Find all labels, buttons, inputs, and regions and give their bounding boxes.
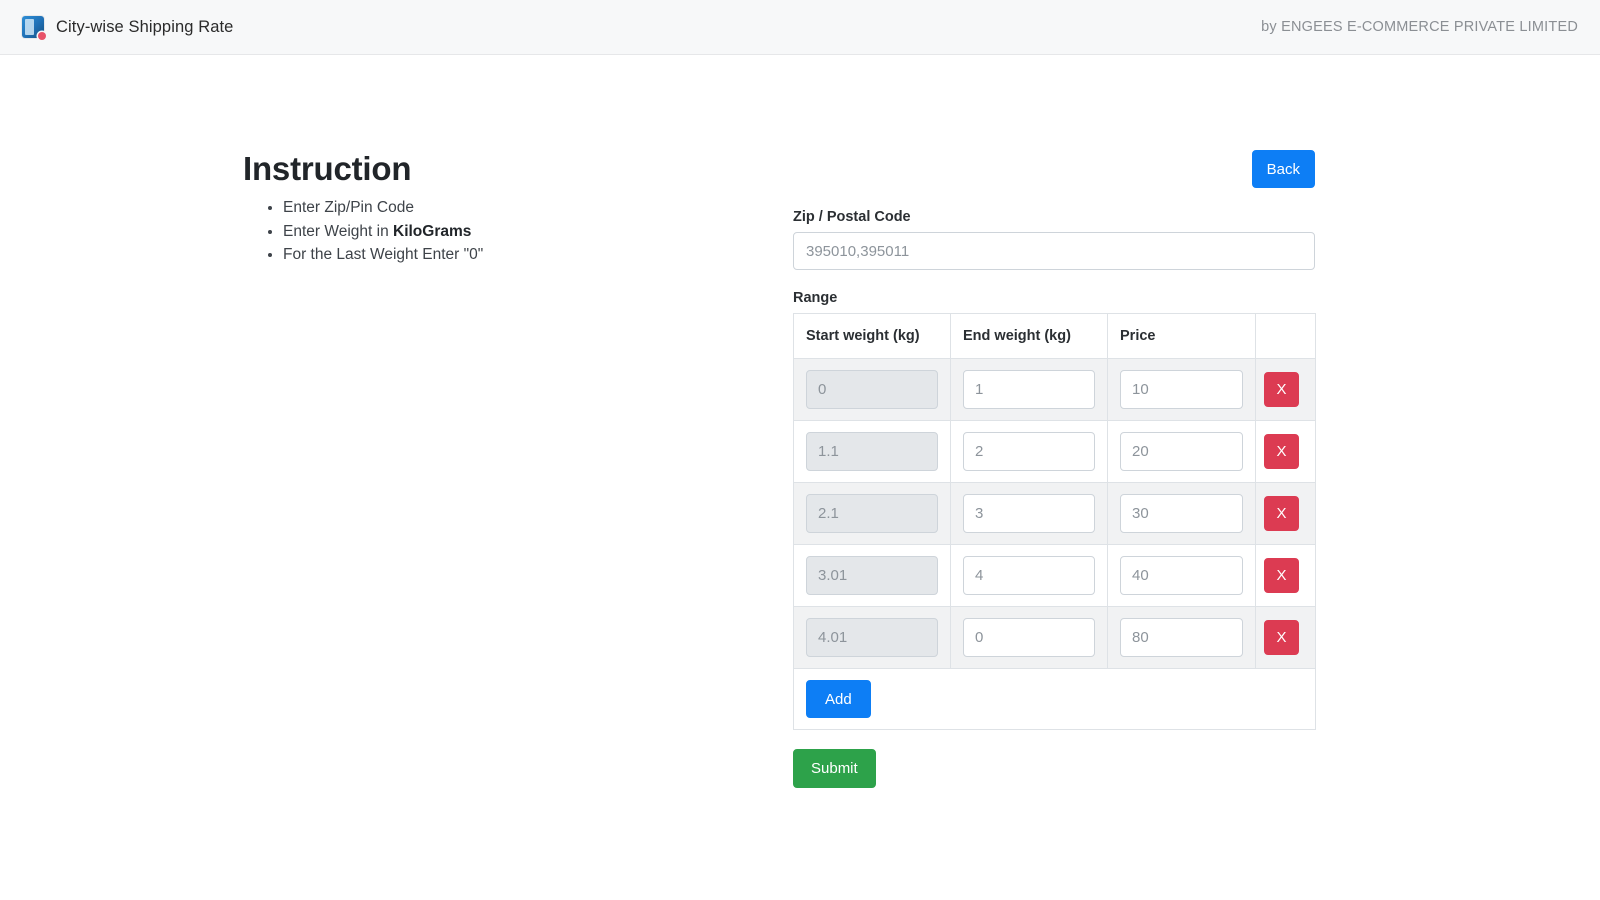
cell-price bbox=[1108, 545, 1256, 607]
page-body: Instruction Enter Zip/Pin Code Enter Wei… bbox=[0, 55, 1600, 900]
instruction-item: Enter Weight in KiloGrams bbox=[283, 220, 763, 244]
table-row: X bbox=[794, 421, 1316, 483]
instruction-list: Enter Zip/Pin Code Enter Weight in KiloG… bbox=[243, 196, 763, 267]
remove-row-button[interactable]: X bbox=[1264, 372, 1299, 407]
cell-price bbox=[1108, 359, 1256, 421]
submit-row: Submit bbox=[793, 749, 1315, 788]
cell-start-weight bbox=[794, 359, 951, 421]
start-weight-input bbox=[806, 432, 938, 471]
add-row-button[interactable]: Add bbox=[806, 680, 871, 718]
instruction-item: For the Last Weight Enter "0" bbox=[283, 243, 763, 267]
add-row: Add bbox=[794, 669, 1316, 730]
cell-price bbox=[1108, 421, 1256, 483]
back-button[interactable]: Back bbox=[1252, 150, 1315, 188]
cell-end-weight bbox=[951, 545, 1108, 607]
column-header-price: Price bbox=[1108, 314, 1256, 359]
remove-row-button[interactable]: X bbox=[1264, 620, 1299, 655]
cell-actions: X bbox=[1256, 483, 1316, 545]
app-header: City-wise Shipping Rate by ENGEES E-COMM… bbox=[0, 0, 1600, 55]
cell-start-weight bbox=[794, 545, 951, 607]
instruction-item-text: Enter Weight in bbox=[283, 223, 393, 240]
cell-actions: X bbox=[1256, 607, 1316, 669]
cell-start-weight bbox=[794, 607, 951, 669]
page-title: Instruction bbox=[243, 150, 763, 188]
zip-label: Zip / Postal Code bbox=[793, 209, 1315, 225]
app-header-brand: City-wise Shipping Rate bbox=[22, 16, 233, 38]
cell-end-weight bbox=[951, 607, 1108, 669]
cell-end-weight bbox=[951, 483, 1108, 545]
submit-button[interactable]: Submit bbox=[793, 749, 876, 788]
range-label: Range bbox=[793, 290, 1315, 306]
end-weight-input[interactable] bbox=[963, 370, 1095, 409]
end-weight-input[interactable] bbox=[963, 556, 1095, 595]
table-row: X bbox=[794, 545, 1316, 607]
vendor-credit: by ENGEES E-COMMERCE PRIVATE LIMITED bbox=[1261, 19, 1578, 35]
cell-start-weight bbox=[794, 421, 951, 483]
price-input[interactable] bbox=[1120, 494, 1243, 533]
instruction-item-text: Enter Zip/Pin Code bbox=[283, 199, 414, 216]
cell-actions: X bbox=[1256, 421, 1316, 483]
remove-row-button[interactable]: X bbox=[1264, 558, 1299, 593]
range-table: Start weight (kg) End weight (kg) Price … bbox=[793, 313, 1316, 730]
cell-end-weight bbox=[951, 359, 1108, 421]
end-weight-input[interactable] bbox=[963, 494, 1095, 533]
cell-price bbox=[1108, 607, 1256, 669]
cell-start-weight bbox=[794, 483, 951, 545]
instruction-item-text: For the Last Weight Enter "0" bbox=[283, 246, 483, 263]
cell-add-action: Add bbox=[794, 669, 1316, 730]
start-weight-input bbox=[806, 556, 938, 595]
column-header-actions bbox=[1256, 314, 1316, 359]
table-row: X bbox=[794, 483, 1316, 545]
cell-actions: X bbox=[1256, 359, 1316, 421]
start-weight-input bbox=[806, 618, 938, 657]
end-weight-input[interactable] bbox=[963, 618, 1095, 657]
cell-price bbox=[1108, 483, 1256, 545]
cell-end-weight bbox=[951, 421, 1108, 483]
shipping-rate-form: Back Zip / Postal Code Range Start weigh… bbox=[793, 150, 1315, 788]
start-weight-input bbox=[806, 494, 938, 533]
table-header-row: Start weight (kg) End weight (kg) Price bbox=[794, 314, 1316, 359]
app-logo-icon bbox=[22, 16, 44, 38]
table-row: X bbox=[794, 359, 1316, 421]
column-header-end-weight: End weight (kg) bbox=[951, 314, 1108, 359]
price-input[interactable] bbox=[1120, 432, 1243, 471]
instruction-item-emphasis: KiloGrams bbox=[393, 223, 471, 240]
table-row: X bbox=[794, 607, 1316, 669]
end-weight-input[interactable] bbox=[963, 432, 1095, 471]
remove-row-button[interactable]: X bbox=[1264, 496, 1299, 531]
range-table-body: X X bbox=[794, 359, 1316, 730]
range-table-head: Start weight (kg) End weight (kg) Price bbox=[794, 314, 1316, 359]
instruction-item: Enter Zip/Pin Code bbox=[283, 196, 763, 220]
instruction-panel: Instruction Enter Zip/Pin Code Enter Wei… bbox=[243, 150, 763, 267]
column-header-start-weight: Start weight (kg) bbox=[794, 314, 951, 359]
remove-row-button[interactable]: X bbox=[1264, 434, 1299, 469]
cell-actions: X bbox=[1256, 545, 1316, 607]
price-input[interactable] bbox=[1120, 618, 1243, 657]
start-weight-input bbox=[806, 370, 938, 409]
back-button-row: Back bbox=[793, 150, 1315, 188]
app-title: City-wise Shipping Rate bbox=[56, 18, 233, 37]
price-input[interactable] bbox=[1120, 556, 1243, 595]
price-input[interactable] bbox=[1120, 370, 1243, 409]
zip-input[interactable] bbox=[793, 232, 1315, 270]
